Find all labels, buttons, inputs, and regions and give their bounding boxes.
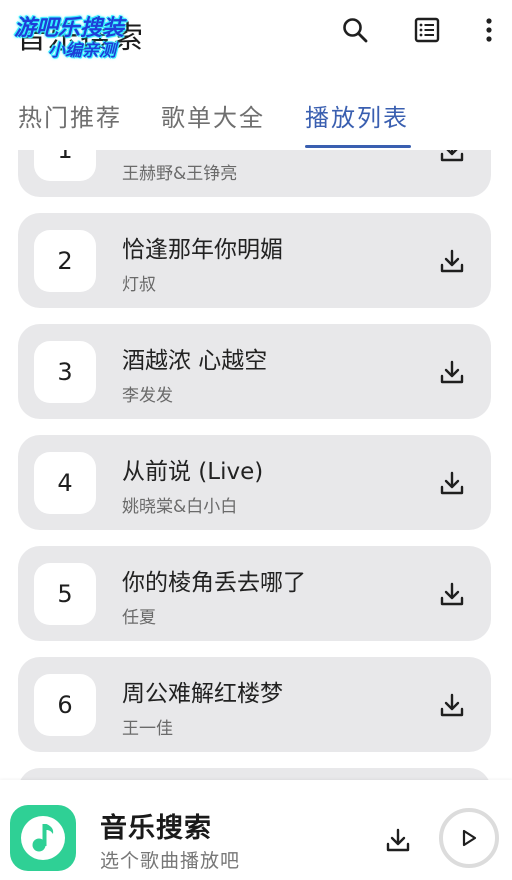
track-number: 5 xyxy=(34,563,96,625)
song-artist: 姚晓棠&白小白 xyxy=(122,497,238,517)
play-icon xyxy=(462,829,477,847)
download-icon xyxy=(440,693,464,717)
song-artist: 灯叔 xyxy=(122,275,156,295)
app-logo xyxy=(10,805,76,871)
tab-playlists[interactable]: 歌单大全 xyxy=(161,98,265,133)
tab-bar: 热门推荐 歌单大全 播放列表 xyxy=(0,88,512,150)
song-title: 从前说 (Live) xyxy=(122,459,264,485)
song-artist: 任夏 xyxy=(122,608,156,628)
list-view-button[interactable] xyxy=(409,12,445,48)
download-icon xyxy=(440,582,464,606)
list-item[interactable]: 1 王赫野&王铮亮 xyxy=(18,150,491,197)
download-icon xyxy=(440,249,464,273)
page-title: 音乐搜索 xyxy=(16,20,144,56)
search-button[interactable] xyxy=(337,12,373,48)
track-number: 4 xyxy=(34,452,96,514)
more-vert-icon xyxy=(486,18,492,42)
player-title: 音乐搜索 xyxy=(100,813,212,844)
tab-hot[interactable]: 热门推荐 xyxy=(18,98,122,133)
song-list[interactable]: 1 王赫野&王铮亮 2 恰逢那年你明媚 灯叔 3 酒越浓 心越空 李发发 4 从… xyxy=(0,150,512,780)
download-button[interactable] xyxy=(436,150,468,166)
download-icon xyxy=(440,360,464,384)
song-artist: 王一佳 xyxy=(122,719,173,739)
song-title: 恰逢那年你明媚 xyxy=(122,237,283,263)
song-title: 酒越浓 心越空 xyxy=(122,348,268,374)
download-button[interactable] xyxy=(436,578,468,610)
download-icon xyxy=(386,828,410,852)
download-icon xyxy=(440,150,464,162)
track-number: 3 xyxy=(34,341,96,403)
song-title: 你的棱角丢去哪了 xyxy=(122,570,306,596)
download-icon xyxy=(440,471,464,495)
download-button[interactable] xyxy=(436,689,468,721)
player-download-button[interactable] xyxy=(380,822,416,858)
list-item[interactable]: 4 从前说 (Live) 姚晓棠&白小白 xyxy=(18,435,491,530)
tab-play-queue[interactable]: 播放列表 xyxy=(305,98,409,133)
list-item[interactable]: 5 你的棱角丢去哪了 任夏 xyxy=(18,546,491,641)
app-bar: 音乐搜索 游吧乐搜装 小编亲测 xyxy=(0,0,512,62)
list-item[interactable]: 6 周公难解红楼梦 王一佳 xyxy=(18,657,491,752)
song-artist: 王赫野&王铮亮 xyxy=(122,164,238,184)
music-note-icon xyxy=(21,816,65,860)
download-button[interactable] xyxy=(436,245,468,277)
list-icon xyxy=(414,17,440,43)
list-item[interactable]: 2 恰逢那年你明媚 灯叔 xyxy=(18,213,491,308)
more-options-button[interactable] xyxy=(471,12,507,48)
list-item[interactable]: 3 酒越浓 心越空 李发发 xyxy=(18,324,491,419)
song-artist: 李发发 xyxy=(122,386,173,406)
track-number: 1 xyxy=(34,150,96,181)
download-button[interactable] xyxy=(436,356,468,388)
search-icon xyxy=(343,18,368,43)
play-button[interactable] xyxy=(439,808,499,868)
download-button[interactable] xyxy=(436,467,468,499)
track-number: 6 xyxy=(34,674,96,736)
player-subtitle: 选个歌曲播放吧 xyxy=(100,850,241,872)
list-item[interactable] xyxy=(18,768,491,780)
track-number: 2 xyxy=(34,230,96,292)
song-title: 周公难解红楼梦 xyxy=(122,681,283,707)
tab-indicator xyxy=(305,145,411,148)
mini-player[interactable]: 音乐搜索 选个歌曲播放吧 xyxy=(0,780,512,880)
